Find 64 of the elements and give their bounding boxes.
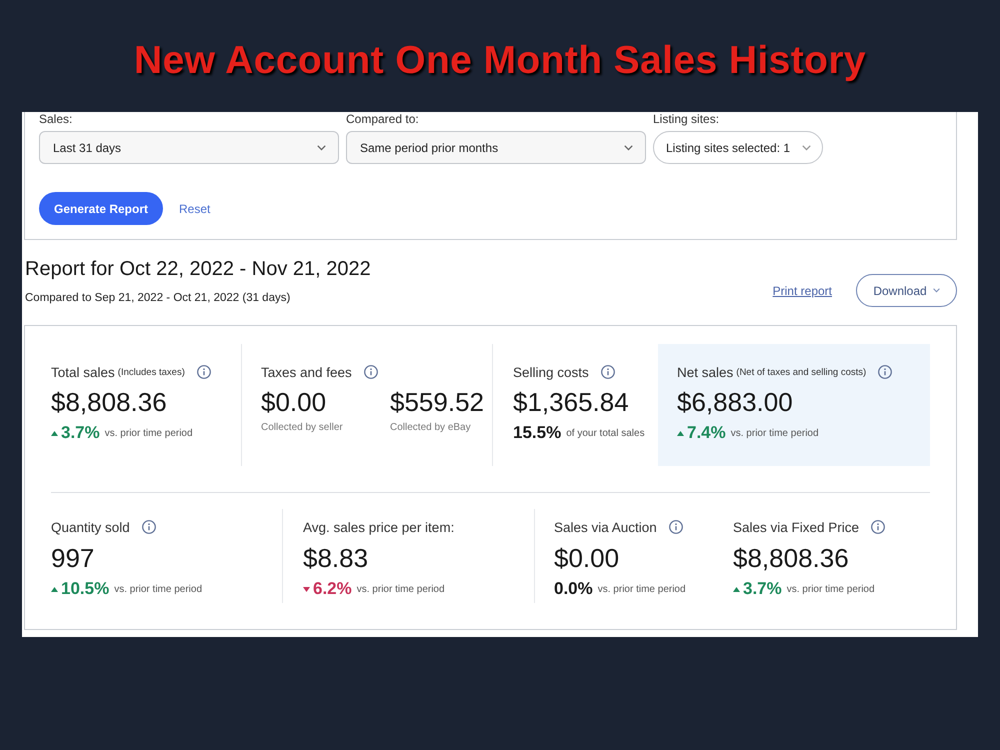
field-label: Listing sites:: [653, 112, 720, 126]
change-note: vs. prior time period: [730, 428, 819, 438]
download-button[interactable]: Download: [856, 274, 957, 307]
reset-link[interactable]: Reset: [179, 202, 210, 216]
metric-label: Sales via Auction: [554, 520, 657, 534]
info-icon[interactable]: [871, 520, 886, 534]
change-percent: 15.5%: [513, 423, 562, 443]
comparison-text: Compared to Sep 21, 2022 - Oct 21, 2022 (31 days): [25, 291, 292, 305]
metric-value: $8,808.36: [51, 386, 167, 418]
info-icon[interactable]: [196, 365, 211, 379]
chevron-down-icon: [932, 288, 940, 293]
metric-label: Taxes and fees: [261, 364, 352, 380]
metric-value: $1,365.84: [513, 386, 629, 418]
triangle-up-icon: [677, 430, 684, 436]
triangle-up-icon: [51, 586, 58, 592]
field-label: Compared to:: [346, 112, 420, 126]
change-percent: 3.7%: [61, 423, 100, 443]
dropdown[interactable]: Listing sites selected: 1: [653, 131, 823, 164]
chevron-down-icon: [624, 144, 633, 150]
report-heading: Report for Oct 22, 2022 - Nov 21, 2022: [25, 258, 371, 280]
value-caption: Collected by eBay: [390, 421, 472, 435]
metric-value: $559.52: [390, 386, 484, 418]
change-note: vs. prior time period: [114, 584, 202, 594]
metric-value: $6,883.00: [677, 386, 793, 418]
info-icon[interactable]: [600, 365, 615, 379]
metric-label: Selling costs: [513, 364, 589, 380]
metric-label: Sales via Fixed Price: [733, 520, 860, 534]
metric-value: $0.00: [554, 542, 620, 574]
metric-value: $8.83: [303, 542, 368, 574]
dropdown[interactable]: Last 31 days: [39, 131, 339, 164]
change-note: vs. prior time period: [104, 428, 193, 438]
info-icon[interactable]: [878, 365, 892, 379]
metric-qualifier: (Includes taxes): [118, 366, 185, 378]
chevron-down-icon: [317, 144, 326, 150]
metric-label: Avg. sales price per item:: [303, 520, 454, 534]
value-caption: Collected by seller: [261, 421, 343, 435]
change-percent: 6.2%: [313, 579, 352, 599]
metric-value: $0.00: [261, 386, 328, 418]
print-report-link[interactable]: Print report: [772, 284, 832, 298]
metric-qualifier: (Net of taxes and selling costs): [736, 366, 866, 378]
info-icon[interactable]: [142, 520, 156, 534]
info-icon[interactable]: [364, 365, 378, 379]
chevron-down-icon: [802, 144, 811, 150]
change-note: vs. prior time period: [356, 584, 445, 594]
change-note: vs. prior time period: [786, 584, 875, 594]
metric-value: $8,808.36: [733, 542, 849, 574]
triangle-up-icon: [733, 586, 740, 592]
change-percent: 3.7%: [743, 579, 782, 599]
page-headline: New Account One Month Sales History: [134, 39, 866, 83]
metric-value: 997: [51, 542, 94, 574]
metric-label: Quantity sold: [51, 520, 130, 534]
triangle-down-icon: [303, 586, 310, 592]
change-percent: 10.5%: [61, 579, 110, 599]
generate-report-button[interactable]: Generate Report: [39, 192, 163, 225]
triangle-up-icon: [51, 430, 58, 436]
change-percent: 7.4%: [687, 423, 726, 443]
field-label: Sales:: [39, 112, 74, 126]
info-icon[interactable]: [668, 520, 683, 534]
metric-label: Total sales: [51, 364, 115, 380]
change-percent: 0.0%: [554, 579, 593, 599]
change-note: of your total sales: [566, 428, 645, 438]
change-note: vs. prior time period: [598, 584, 686, 594]
metric-label: Net sales: [677, 364, 734, 380]
dropdown[interactable]: Same period prior months: [346, 131, 646, 164]
